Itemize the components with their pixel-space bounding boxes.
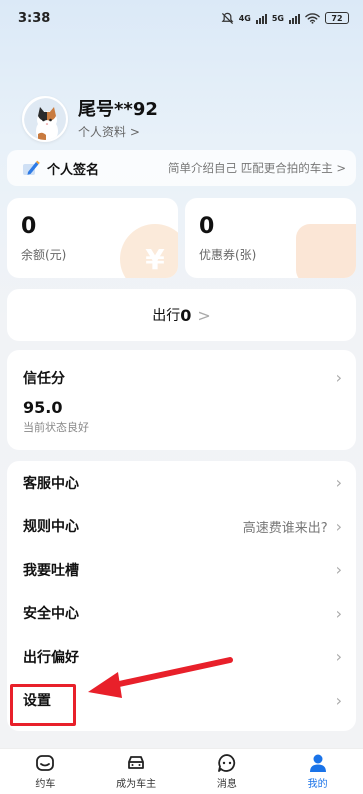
wifi-icon — [305, 13, 320, 24]
menu-item-label: 客服中心 — [23, 475, 79, 492]
signature-label: 个人签名 — [47, 162, 100, 178]
tab-me[interactable]: 我的 — [283, 753, 353, 790]
trust-status: 当前状态良好 — [23, 421, 89, 434]
status-bar: 3:38 4G 5G 72 — [0, 0, 363, 36]
chevron-right-icon: > — [197, 305, 211, 325]
balance-card[interactable]: ¥ 0 余额(元) — [7, 198, 178, 278]
chevron-right-icon: › — [335, 368, 342, 387]
tab-label: 约车 — [35, 779, 56, 790]
signature-card[interactable]: 个人签名 简单介绍自己 匹配更合拍的车主 > — [7, 150, 356, 186]
tab-label: 成为车主 — [116, 779, 157, 790]
coupon-card[interactable]: 0 优惠券(张) — [185, 198, 356, 278]
network-4g-label: 4G — [238, 13, 251, 23]
profile-link[interactable]: 个人资料 > — [78, 123, 158, 140]
cat-avatar-icon — [24, 98, 66, 140]
profile-header[interactable]: 尾号**92 个人资料 > — [22, 96, 158, 142]
coupon-ticket-icon — [296, 224, 356, 278]
profile-name: 尾号**92 — [78, 98, 158, 120]
tab-label: 消息 — [216, 779, 237, 790]
trips-count: 0 — [180, 305, 192, 325]
tab-become-driver[interactable]: 成为车主 — [101, 753, 171, 790]
car-icon — [128, 756, 145, 769]
status-icons: 4G 5G 72 — [221, 12, 349, 25]
trust-score: 95.0 — [23, 398, 63, 417]
battery-icon: 72 — [325, 12, 349, 24]
status-time: 3:38 — [18, 10, 51, 26]
user-icon — [309, 754, 326, 772]
menu-item-label: 我要吐槽 — [23, 562, 79, 579]
mute-bell-icon — [221, 12, 234, 24]
chevron-right-icon: › — [335, 473, 342, 493]
network-5g-label: 5G — [271, 13, 284, 23]
signal-icon — [255, 13, 267, 24]
tab-book-ride[interactable]: 约车 — [10, 753, 80, 790]
menu-item-label: 出行偏好 — [23, 649, 79, 666]
chevron-right-icon: › — [335, 516, 342, 536]
menu-item-customer-service[interactable]: 客服中心 › — [7, 461, 356, 505]
car-front-icon — [36, 755, 55, 771]
signal-icon-2 — [289, 13, 300, 24]
signature-hint[interactable]: 简单介绍自己 匹配更合拍的车主 > — [168, 160, 346, 176]
chevron-right-icon: › — [335, 560, 342, 580]
red-arrow-annotation — [88, 657, 233, 698]
tab-label: 我的 — [307, 779, 328, 790]
trips-label: 出行 — [152, 308, 181, 324]
chevron-right-icon: › — [335, 603, 342, 623]
pen-icon — [23, 160, 40, 175]
menu-item-rules[interactable]: 规则中心 高速费谁来出? › — [7, 505, 356, 549]
menu-item-hint: 高速费谁来出? — [242, 520, 328, 536]
trust-score-card[interactable]: 信任分 95.0 当前状态良好 › — [7, 350, 356, 450]
avatar[interactable] — [22, 96, 68, 142]
menu-item-safety[interactable]: 安全中心 › — [7, 592, 356, 636]
trips-card[interactable]: 出行 0 > — [7, 289, 356, 341]
tab-messages[interactable]: 消息 — [192, 753, 262, 790]
trust-title: 信任分 — [23, 371, 65, 387]
menu-item-label: 规则中心 — [23, 519, 79, 536]
menu-item-label: 安全中心 — [23, 606, 79, 623]
bottom-tab-bar: 约车 成为车主 消息 我的 — [0, 748, 363, 794]
highlight-box — [10, 684, 76, 726]
chat-icon — [217, 754, 236, 772]
chevron-right-icon: › — [335, 690, 342, 710]
chevron-right-icon: › — [335, 647, 342, 667]
menu-item-feedback[interactable]: 我要吐槽 › — [7, 548, 356, 592]
